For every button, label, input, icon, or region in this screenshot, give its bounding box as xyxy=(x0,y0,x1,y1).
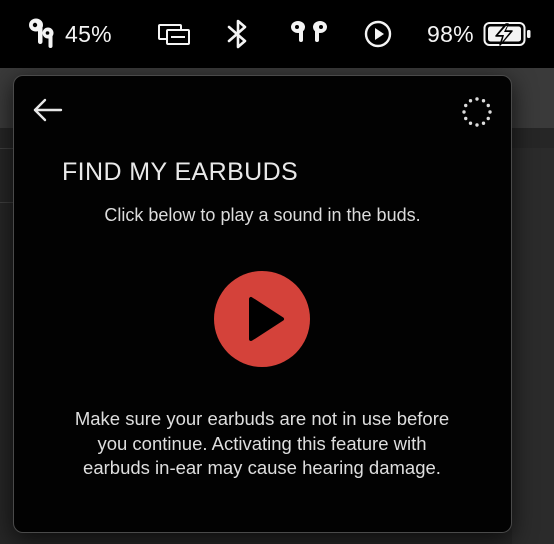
bluetooth-icon xyxy=(224,18,252,50)
find-my-earbuds-popover: FIND MY EARBUDS Click below to play a so… xyxy=(13,75,512,533)
spinner-dot xyxy=(475,97,479,101)
battery-percent: 98% xyxy=(427,20,474,47)
spinner-dot xyxy=(486,103,490,108)
spinner-dot xyxy=(488,110,492,114)
back-button[interactable] xyxy=(32,96,64,124)
now-playing-item[interactable] xyxy=(363,14,393,54)
play-sound-button[interactable] xyxy=(214,271,310,367)
play-circle-icon xyxy=(363,19,393,49)
battery-charging-icon xyxy=(483,21,533,47)
menu-bar: 45% 98% xyxy=(0,0,554,68)
display-mirroring-icon xyxy=(157,21,191,47)
hearing-damage-warning: Make sure your earbuds are not in use be… xyxy=(74,408,450,478)
spinner-dot xyxy=(462,110,466,114)
airpods-icon xyxy=(289,19,329,49)
spinner-dot xyxy=(481,99,486,103)
spinner-dot xyxy=(475,123,479,127)
spinner-dot xyxy=(486,116,490,121)
bluetooth-item[interactable] xyxy=(224,14,252,54)
background-panel xyxy=(512,148,554,544)
loading-indicator xyxy=(459,94,495,130)
spinner-icon xyxy=(459,97,495,134)
spinner-dot xyxy=(468,121,473,125)
spinner-dot xyxy=(468,99,473,103)
spinner-dot xyxy=(464,116,468,121)
earbuds-status-item[interactable]: 45% xyxy=(27,14,112,54)
popover-title: FIND MY EARBUDS xyxy=(62,158,299,186)
earbuds-battery-percent: 45% xyxy=(65,20,112,47)
spinner-dot xyxy=(464,103,468,108)
instruction-text: Click below to play a sound in the buds. xyxy=(104,205,421,225)
battery-status-item[interactable]: 98% xyxy=(427,14,533,54)
back-arrow-icon xyxy=(32,98,64,128)
earbuds-icon xyxy=(27,16,61,52)
play-icon xyxy=(214,297,310,370)
airpods-item[interactable] xyxy=(289,14,329,54)
spinner-dot xyxy=(481,121,486,125)
display-mirroring-item[interactable] xyxy=(157,14,191,54)
